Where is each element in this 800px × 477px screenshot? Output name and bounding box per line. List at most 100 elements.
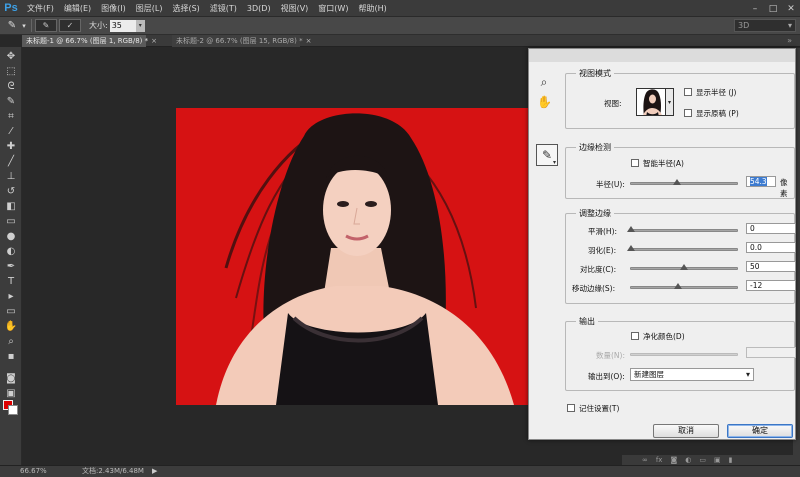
zoom-icon[interactable]: ⌕ (537, 75, 551, 89)
radius-slider[interactable] (630, 179, 738, 185)
clone-stamp-tool-icon[interactable]: ⊥ (4, 171, 18, 183)
zoom-tool-icon[interactable]: ⌕ (4, 336, 18, 348)
smooth-slider[interactable] (627, 226, 738, 232)
tool-preset-arrow-icon[interactable]: ▾ (20, 19, 28, 33)
quick-select-tool-icon[interactable]: ✎ (4, 96, 18, 108)
decontaminate-checkbox[interactable] (631, 332, 639, 340)
minimize-icon[interactable]: – (746, 0, 764, 17)
radius-unit: 像素 (780, 178, 788, 198)
screen-mode-icon[interactable]: ▣ (4, 388, 18, 400)
adjustment-layer-icon[interactable]: ◐ (685, 456, 691, 464)
eraser-tool-icon[interactable]: ◧ (4, 201, 18, 213)
erase-refinements-icon[interactable]: ✓ (59, 19, 81, 32)
blur-tool-icon[interactable]: ● (4, 231, 18, 243)
remember-settings-checkbox[interactable] (567, 404, 575, 412)
show-radius-checkbox[interactable] (684, 88, 692, 96)
close-icon[interactable]: × (151, 37, 157, 45)
photoshop-logo: Ps (4, 2, 18, 14)
menu-file[interactable]: 文件(F) (22, 3, 59, 14)
quick-mask-icon[interactable]: ◙ (4, 373, 18, 385)
history-brush-tool-icon[interactable]: ↺ (4, 186, 18, 198)
layer-style-icon[interactable]: fx (656, 456, 663, 464)
marquee-tool-icon[interactable]: ⬚ (4, 66, 18, 78)
background-color-swatch[interactable] (8, 405, 18, 415)
lasso-tool-icon[interactable]: ᘓ (4, 81, 18, 93)
feather-slider[interactable] (627, 245, 738, 251)
healing-brush-tool-icon[interactable]: ✚ (4, 141, 18, 153)
menu-layer[interactable]: 图层(L) (131, 3, 168, 14)
dodge-tool-icon[interactable]: ◐ (4, 246, 18, 258)
default-colors-icon[interactable]: ▪ (4, 351, 18, 363)
gradient-tool-icon[interactable]: ▭ (4, 216, 18, 228)
menu-edit[interactable]: 编辑(E) (59, 3, 96, 14)
smooth-slider-thumb[interactable] (627, 226, 635, 232)
radius-input[interactable]: 54.3 (746, 176, 776, 187)
portrait-photo (176, 108, 528, 405)
move-tool-icon[interactable]: ✥ (4, 51, 18, 63)
show-original-checkbox[interactable] (684, 109, 692, 117)
view-mode-dropdown-icon[interactable]: ▾ (666, 88, 674, 116)
brush-tool-icon[interactable]: ╱ (4, 156, 18, 168)
menu-window[interactable]: 窗口(W) (313, 3, 353, 14)
contrast-slider[interactable] (630, 264, 738, 270)
menu-3d[interactable]: 3D(D) (242, 4, 276, 13)
eyedropper-tool-icon[interactable]: ⁄ (4, 126, 18, 138)
trash-icon[interactable]: ▮ (729, 456, 733, 464)
menu-view[interactable]: 视图(V) (276, 3, 314, 14)
document-canvas-image[interactable] (176, 108, 528, 405)
layers-panel-footer: ∞ fx ◙ ◐ ▭ ▣ ▮ (622, 455, 800, 465)
edge-detection-title: 边缘检测 (576, 142, 614, 153)
pen-tool-icon[interactable]: ✒ (4, 261, 18, 273)
tab-document-1[interactable]: 未标题-1 @ 66.7% (图层 1, RGB/8) * × (22, 35, 157, 47)
refine-radius-brush-icon[interactable]: ✎ (35, 19, 57, 32)
show-radius-label: 显示半径 (J) (696, 88, 737, 97)
view-mode-thumbnail[interactable] (636, 88, 666, 116)
feather-slider-thumb[interactable] (627, 245, 635, 251)
remember-settings-label: 记住设置(T) (579, 404, 620, 413)
contrast-slider-thumb[interactable] (680, 264, 688, 270)
smooth-input[interactable]: 0 (746, 223, 796, 234)
smart-radius-checkbox[interactable] (631, 159, 639, 167)
crop-tool-icon[interactable]: ⌗ (4, 111, 18, 123)
shift-edge-label: 移动边缘(S): (572, 284, 616, 293)
close-icon[interactable]: × (306, 37, 312, 45)
hand-tool-icon[interactable]: ✋ (4, 321, 18, 333)
contrast-input[interactable]: 50 (746, 261, 796, 272)
brush-size-input[interactable]: 35 (109, 19, 136, 32)
menu-image[interactable]: 图像(I) (96, 3, 131, 14)
menu-select[interactable]: 选择(S) (167, 3, 204, 14)
path-selection-tool-icon[interactable]: ▸ (4, 291, 18, 303)
close-icon[interactable]: ✕ (782, 0, 800, 17)
status-menu-arrow-icon[interactable]: ▶ (152, 466, 157, 477)
menu-help[interactable]: 帮助(H) (353, 3, 391, 14)
refine-radius-tool-icon[interactable]: ✎ (536, 144, 558, 166)
workspace-select[interactable]: 3D (734, 19, 796, 32)
tab-overflow-icon[interactable]: » (787, 35, 792, 47)
cancel-button[interactable]: 取消 (653, 424, 719, 438)
tab-document-2[interactable]: 未标题-2 @ 66.7% (图层 15, RGB/8) * × (172, 35, 311, 47)
ok-button[interactable]: 确定 (727, 424, 793, 438)
add-mask-icon[interactable]: ◙ (670, 456, 677, 464)
smart-radius-label: 智能半径(A) (643, 159, 684, 168)
dialog-title-bar[interactable] (529, 49, 795, 62)
shift-edge-slider[interactable] (630, 283, 738, 289)
type-tool-icon[interactable]: T (4, 276, 18, 288)
menu-filter[interactable]: 滤镜(T) (205, 3, 242, 14)
refine-brush-tool-icon[interactable]: ✎ (4, 19, 20, 33)
maximize-icon[interactable]: □ (764, 0, 782, 17)
feather-input[interactable]: 0.0 (746, 242, 796, 253)
options-bar: ✎ ▾ ✎ ✓ 大小: 35 ▾ 3D (0, 17, 800, 35)
hand-icon[interactable]: ✋ (537, 95, 552, 109)
tab-label: 未标题-2 @ 66.7% (图层 15, RGB/8) * (176, 37, 303, 45)
output-to-select[interactable]: 新建图层 (630, 368, 754, 381)
brush-size-dropdown-icon[interactable]: ▾ (135, 19, 145, 32)
group-folder-icon[interactable]: ▭ (699, 456, 706, 464)
link-layers-icon[interactable]: ∞ (642, 456, 648, 464)
zoom-level[interactable]: 66.67% (20, 466, 47, 477)
radius-slider-thumb[interactable] (672, 179, 681, 185)
edge-detection-group: 边缘检测 智能半径(A) 半径(U): 54.3 像素 (565, 142, 795, 199)
shift-edge-input[interactable]: -12 (746, 280, 796, 291)
new-layer-icon[interactable]: ▣ (714, 456, 721, 464)
shift-edge-slider-thumb[interactable] (673, 283, 682, 289)
shape-tool-icon[interactable]: ▭ (4, 306, 18, 318)
